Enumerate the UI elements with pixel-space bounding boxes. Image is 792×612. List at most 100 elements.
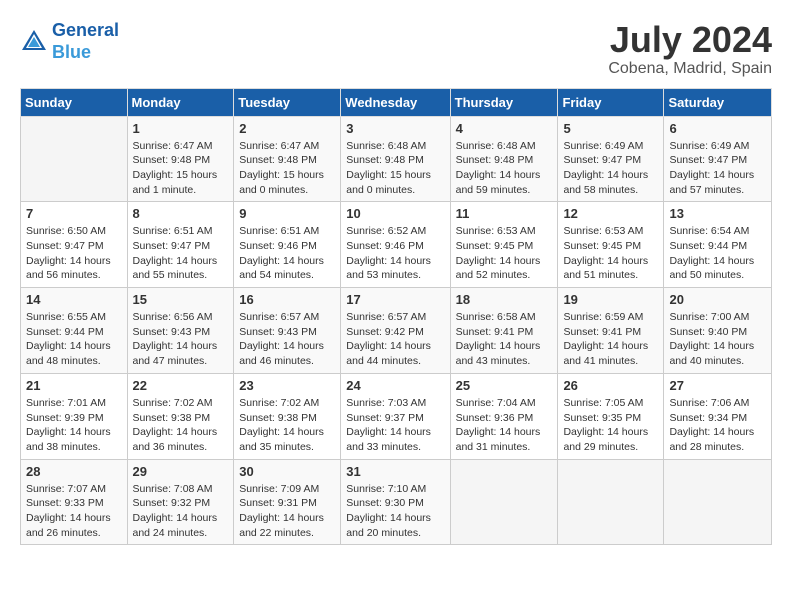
title-block: July 2024 Cobena, Madrid, Spain <box>608 20 772 78</box>
week-row-2: 7Sunrise: 6:50 AMSunset: 9:47 PMDaylight… <box>21 202 772 288</box>
day-info: Sunrise: 6:57 AMSunset: 9:43 PMDaylight:… <box>239 310 335 369</box>
day-info: Sunrise: 6:51 AMSunset: 9:47 PMDaylight:… <box>133 224 229 283</box>
day-cell: 23 Sunrise: 7:02 AMSunset: 9:38 PMDayligh… <box>234 373 341 459</box>
day-number: 31 <box>346 464 444 479</box>
day-cell: 27 Sunrise: 7:06 AMSunset: 9:34 PMDayligh… <box>664 373 772 459</box>
day-cell: 15Sunrise: 6:56 AMSunset: 9:43 PMDayligh… <box>127 288 234 374</box>
day-number: 26 <box>563 378 658 393</box>
calendar-table: SundayMondayTuesdayWednesdayThursdayFrid… <box>20 88 772 546</box>
day-cell <box>21 116 128 202</box>
weekday-header-row: SundayMondayTuesdayWednesdayThursdayFrid… <box>21 88 772 116</box>
day-cell: 30 Sunrise: 7:09 AMSunset: 9:31 PMDayligh… <box>234 459 341 545</box>
day-cell: 2Sunrise: 6:47 AMSunset: 9:48 PMDaylight… <box>234 116 341 202</box>
weekday-header-thursday: Thursday <box>450 88 558 116</box>
day-cell: 12 Sunrise: 6:53 AMSunset: 9:45 PMDayligh… <box>558 202 664 288</box>
day-info: Sunrise: 7:01 AMSunset: 9:39 PMDaylight:… <box>26 396 122 455</box>
week-row-1: 1Sunrise: 6:47 AMSunset: 9:48 PMDaylight… <box>21 116 772 202</box>
day-cell: 13Sunrise: 6:54 AMSunset: 9:44 PMDayligh… <box>664 202 772 288</box>
day-cell: 4 Sunrise: 6:48 AMSunset: 9:48 PMDaylight… <box>450 116 558 202</box>
day-cell: 3 Sunrise: 6:48 AMSunset: 9:48 PMDaylight… <box>341 116 450 202</box>
day-info: Sunrise: 7:02 AMSunset: 9:38 PMDaylight:… <box>133 396 229 455</box>
day-number: 12 <box>563 206 658 221</box>
day-number: 20 <box>669 292 766 307</box>
day-number: 6 <box>669 121 766 136</box>
day-cell <box>450 459 558 545</box>
day-info: Sunrise: 7:05 AMSunset: 9:35 PMDaylight:… <box>563 396 658 455</box>
day-number: 25 <box>456 378 553 393</box>
day-info: Sunrise: 6:47 AMSunset: 9:48 PMDaylight:… <box>133 139 229 198</box>
location: Cobena, Madrid, Spain <box>608 60 772 78</box>
day-number: 11 <box>456 206 553 221</box>
day-cell: 18 Sunrise: 6:58 AMSunset: 9:41 PMDayligh… <box>450 288 558 374</box>
day-cell: 1Sunrise: 6:47 AMSunset: 9:48 PMDaylight… <box>127 116 234 202</box>
day-number: 16 <box>239 292 335 307</box>
day-cell: 14Sunrise: 6:55 AMSunset: 9:44 PMDayligh… <box>21 288 128 374</box>
day-number: 27 <box>669 378 766 393</box>
day-cell: 24Sunrise: 7:03 AMSunset: 9:37 PMDayligh… <box>341 373 450 459</box>
day-info: Sunrise: 6:56 AMSunset: 9:43 PMDaylight:… <box>133 310 229 369</box>
day-info: Sunrise: 6:59 AMSunset: 9:41 PMDaylight:… <box>563 310 658 369</box>
day-info: Sunrise: 7:00 AMSunset: 9:40 PMDaylight:… <box>669 310 766 369</box>
day-info: Sunrise: 6:49 AMSunset: 9:47 PMDaylight:… <box>669 139 766 198</box>
day-cell: 17 Sunrise: 6:57 AMSunset: 9:42 PMDayligh… <box>341 288 450 374</box>
weekday-header-sunday: Sunday <box>21 88 128 116</box>
day-number: 19 <box>563 292 658 307</box>
day-info: Sunrise: 7:04 AMSunset: 9:36 PMDaylight:… <box>456 396 553 455</box>
day-info: Sunrise: 7:02 AMSunset: 9:38 PMDaylight:… <box>239 396 335 455</box>
day-cell: 16 Sunrise: 6:57 AMSunset: 9:43 PMDayligh… <box>234 288 341 374</box>
weekday-header-friday: Friday <box>558 88 664 116</box>
day-number: 9 <box>239 206 335 221</box>
day-cell: 31 Sunrise: 7:10 AMSunset: 9:30 PMDayligh… <box>341 459 450 545</box>
day-number: 2 <box>239 121 335 136</box>
day-cell: 5Sunrise: 6:49 AMSunset: 9:47 PMDaylight… <box>558 116 664 202</box>
logo: General Blue <box>20 20 119 63</box>
day-cell: 19 Sunrise: 6:59 AMSunset: 9:41 PMDayligh… <box>558 288 664 374</box>
day-cell: 9 Sunrise: 6:51 AMSunset: 9:46 PMDaylight… <box>234 202 341 288</box>
day-number: 29 <box>133 464 229 479</box>
day-number: 22 <box>133 378 229 393</box>
day-cell: 21Sunrise: 7:01 AMSunset: 9:39 PMDayligh… <box>21 373 128 459</box>
day-info: Sunrise: 7:07 AMSunset: 9:33 PMDaylight:… <box>26 482 122 541</box>
day-info: Sunrise: 6:51 AMSunset: 9:46 PMDaylight:… <box>239 224 335 283</box>
logo-icon <box>20 28 48 56</box>
day-cell <box>558 459 664 545</box>
day-number: 5 <box>563 121 658 136</box>
day-cell: 7Sunrise: 6:50 AMSunset: 9:47 PMDaylight… <box>21 202 128 288</box>
day-info: Sunrise: 7:09 AMSunset: 9:31 PMDaylight:… <box>239 482 335 541</box>
weekday-header-wednesday: Wednesday <box>341 88 450 116</box>
day-number: 18 <box>456 292 553 307</box>
day-info: Sunrise: 7:10 AMSunset: 9:30 PMDaylight:… <box>346 482 444 541</box>
day-number: 24 <box>346 378 444 393</box>
day-info: Sunrise: 6:52 AMSunset: 9:46 PMDaylight:… <box>346 224 444 283</box>
logo-text: General Blue <box>52 20 119 63</box>
day-info: Sunrise: 6:58 AMSunset: 9:41 PMDaylight:… <box>456 310 553 369</box>
day-number: 23 <box>239 378 335 393</box>
day-cell: 29 Sunrise: 7:08 AMSunset: 9:32 PMDayligh… <box>127 459 234 545</box>
week-row-3: 14Sunrise: 6:55 AMSunset: 9:44 PMDayligh… <box>21 288 772 374</box>
day-info: Sunrise: 6:48 AMSunset: 9:48 PMDaylight:… <box>346 139 444 198</box>
day-number: 13 <box>669 206 766 221</box>
day-number: 30 <box>239 464 335 479</box>
day-cell: 25 Sunrise: 7:04 AMSunset: 9:36 PMDayligh… <box>450 373 558 459</box>
weekday-header-tuesday: Tuesday <box>234 88 341 116</box>
day-cell: 6 Sunrise: 6:49 AMSunset: 9:47 PMDaylight… <box>664 116 772 202</box>
day-info: Sunrise: 6:53 AMSunset: 9:45 PMDaylight:… <box>563 224 658 283</box>
weekday-header-monday: Monday <box>127 88 234 116</box>
day-cell: 28Sunrise: 7:07 AMSunset: 9:33 PMDayligh… <box>21 459 128 545</box>
day-cell: 26 Sunrise: 7:05 AMSunset: 9:35 PMDayligh… <box>558 373 664 459</box>
day-info: Sunrise: 7:08 AMSunset: 9:32 PMDaylight:… <box>133 482 229 541</box>
weekday-header-saturday: Saturday <box>664 88 772 116</box>
day-info: Sunrise: 7:06 AMSunset: 9:34 PMDaylight:… <box>669 396 766 455</box>
page-header: General Blue July 2024 Cobena, Madrid, S… <box>20 20 772 78</box>
day-info: Sunrise: 6:57 AMSunset: 9:42 PMDaylight:… <box>346 310 444 369</box>
day-number: 4 <box>456 121 553 136</box>
day-info: Sunrise: 6:48 AMSunset: 9:48 PMDaylight:… <box>456 139 553 198</box>
week-row-5: 28Sunrise: 7:07 AMSunset: 9:33 PMDayligh… <box>21 459 772 545</box>
day-info: Sunrise: 6:50 AMSunset: 9:47 PMDaylight:… <box>26 224 122 283</box>
day-cell <box>664 459 772 545</box>
day-number: 3 <box>346 121 444 136</box>
day-cell: 8 Sunrise: 6:51 AMSunset: 9:47 PMDaylight… <box>127 202 234 288</box>
day-number: 17 <box>346 292 444 307</box>
day-number: 8 <box>133 206 229 221</box>
day-cell: 10Sunrise: 6:52 AMSunset: 9:46 PMDayligh… <box>341 202 450 288</box>
